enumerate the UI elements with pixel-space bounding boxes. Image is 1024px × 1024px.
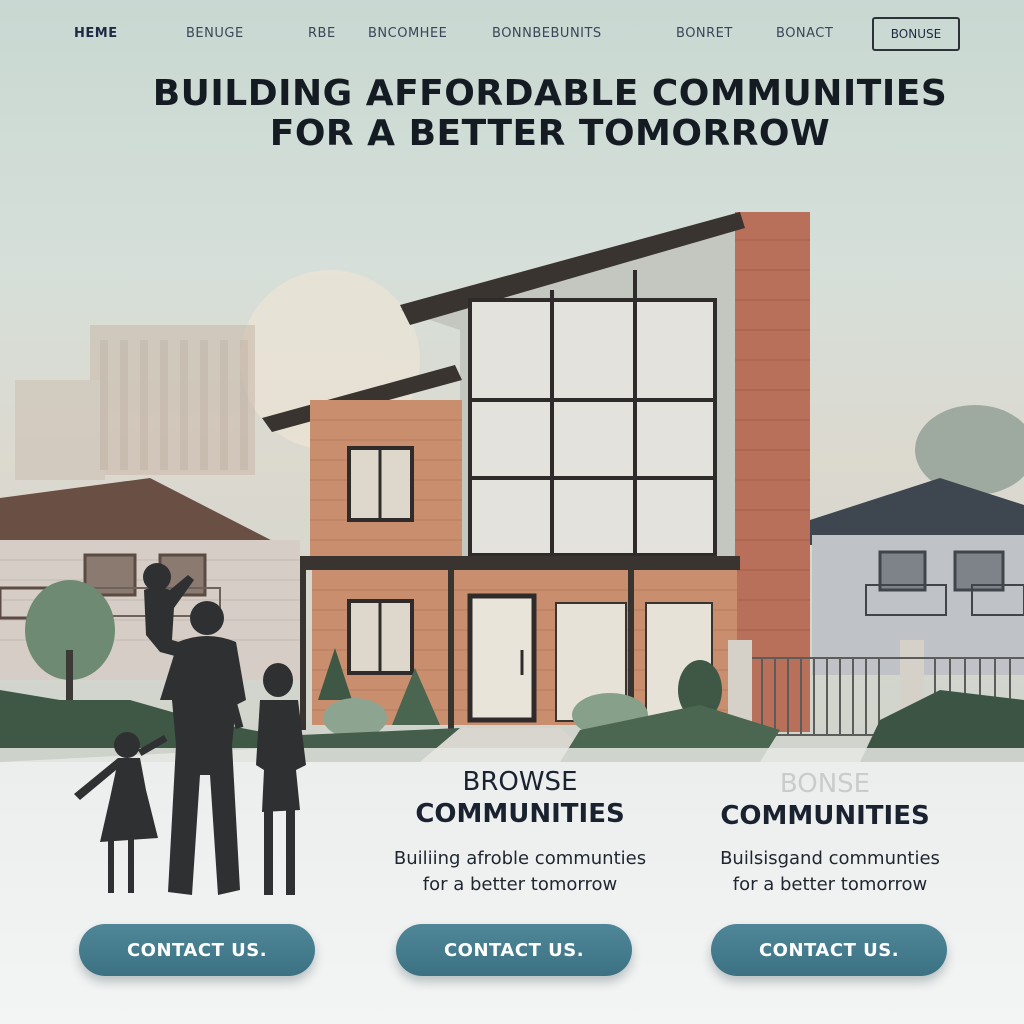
- top-nav: HEME BENUGE RBE BNCOMHEE BONNBEBUNITS BO…: [0, 0, 1024, 70]
- card-browse-text-line2: for a better tomorrow: [422, 874, 618, 895]
- card-browse-heading: BROWSE COMMUNITIES: [380, 766, 660, 830]
- nav-link-about[interactable]: RBE: [308, 26, 336, 41]
- background-buildings: [15, 325, 255, 480]
- card-communities-heading-line1: BONSE: [779, 769, 871, 799]
- nav-link-contact[interactable]: BONACT: [776, 26, 833, 41]
- card-browse-text: Builiing afroble communties for a better…: [370, 846, 670, 898]
- hero-title-line2: FOR A BETTER TOMORROW: [269, 113, 831, 154]
- card-communities-text-line1: Builsisgand communties: [720, 848, 940, 869]
- card-communities-text: Builsisgand communties for a better tomo…: [680, 846, 980, 898]
- nav-browse-button[interactable]: BONUSE: [872, 17, 960, 51]
- contact-us-button-1[interactable]: CONTACT US.: [79, 924, 315, 976]
- contact-us-button-3[interactable]: CONTACT US.: [711, 924, 947, 976]
- contact-us-button-2[interactable]: CONTACT US.: [396, 924, 632, 976]
- hero-title-line1: BUILDING AFFORDABLE COMMUNITIES: [152, 73, 948, 114]
- card-communities-heading: BONSE COMMUNITIES: [690, 768, 960, 832]
- nav-link-home[interactable]: HEME: [74, 26, 118, 41]
- card-browse-heading-line2: COMMUNITIES: [415, 799, 625, 829]
- nav-link-communities[interactable]: BONNBEBUNITS: [492, 26, 602, 41]
- card-communities-text-line2: for a better tomorrow: [732, 874, 928, 895]
- hero-title: BUILDING AFFORDABLE COMMUNITIES FOR A BE…: [100, 74, 1000, 154]
- card-communities-heading-line2: COMMUNITIES: [720, 801, 930, 831]
- card-browse-heading-line1: BROWSE: [462, 767, 578, 797]
- nav-link-homes[interactable]: BNCOMHEE: [368, 26, 447, 41]
- card-browse-text-line1: Builiing afroble communties: [393, 848, 647, 869]
- nav-link-report[interactable]: BONRET: [676, 26, 733, 41]
- family-silhouette: [74, 563, 306, 895]
- nav-link-browse[interactable]: BENUGE: [186, 26, 244, 41]
